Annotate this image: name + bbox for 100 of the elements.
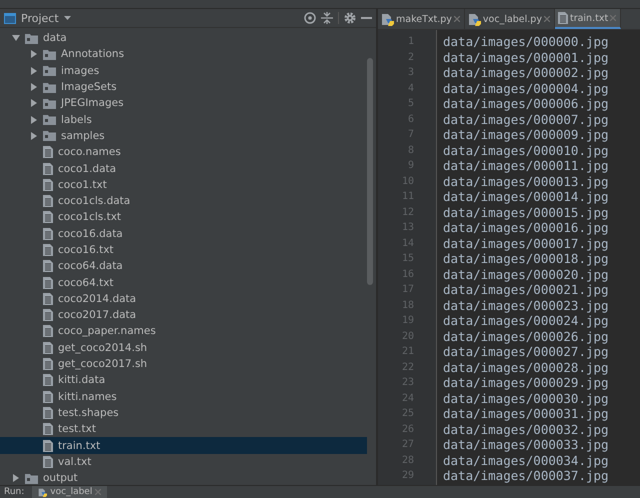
tree-row[interactable]: coco_paper.names	[0, 323, 367, 340]
code-line: data/images/000015.jpg	[443, 204, 610, 220]
code-line: data/images/000010.jpg	[443, 142, 610, 158]
tree-row[interactable]: get_coco2017.sh	[0, 356, 367, 372]
expanded-arrow-icon[interactable]	[12, 34, 20, 42]
crosshair-icon[interactable]	[304, 12, 316, 24]
tree-row[interactable]: train.txt	[0, 437, 367, 454]
tree-item-label: coco64.txt	[58, 276, 114, 290]
tree-row[interactable]: labels	[0, 111, 367, 128]
text-file-icon	[43, 358, 53, 370]
text-file-icon	[43, 440, 53, 452]
tree-item-label: output	[43, 471, 78, 485]
tree-row[interactable]: coco1cls.txt	[0, 209, 367, 226]
code-line: data/images/000016.jpg	[443, 220, 610, 236]
file-tab[interactable]: train.txt	[554, 9, 622, 29]
code-line: data/images/000027.jpg	[443, 344, 610, 360]
text-file-icon	[43, 178, 53, 191]
tree-row[interactable]: coco64.data	[0, 258, 367, 274]
tree-row[interactable]: output	[0, 470, 367, 485]
folder-icon	[43, 114, 56, 126]
tree-item-label: val.txt	[58, 454, 92, 469]
text-file-icon	[43, 406, 53, 419]
tree-row[interactable]: test.shapes	[0, 404, 367, 422]
tree-item-label: coco64.data	[58, 259, 123, 274]
tree-row[interactable]: test.txt	[0, 421, 367, 438]
tree-row[interactable]: Annotations	[0, 46, 367, 63]
text-file-icon	[43, 309, 53, 322]
text-file-icon	[43, 423, 53, 436]
code-line: data/images/000017.jpg	[443, 236, 610, 251]
tree-row[interactable]: coco2014.data	[0, 290, 367, 308]
tree-row[interactable]: coco1cls.data	[0, 192, 367, 210]
tree-item-label: coco2017.data	[58, 308, 136, 322]
tree-row[interactable]: ImageSets	[0, 78, 367, 96]
tree-item-label: coco1cls.data	[58, 194, 130, 208]
tree-item-label: images	[61, 64, 100, 78]
code-line: data/images/000031.jpg	[443, 406, 610, 422]
code-line: data/images/000033.jpg	[443, 437, 610, 452]
code-line: data/images/000006.jpg	[443, 96, 610, 112]
text-file-icon	[43, 390, 53, 403]
tree-row[interactable]: data	[0, 30, 367, 46]
file-tab[interactable]: voc_label.py	[464, 9, 555, 29]
text-file-icon	[43, 292, 53, 305]
text-file-icon	[558, 12, 568, 24]
code-line: data/images/000021.jpg	[443, 282, 610, 298]
tree-row[interactable]: coco.names	[0, 144, 367, 160]
dropdown-caret-icon[interactable]	[64, 16, 71, 20]
run-label: Run:	[4, 487, 24, 497]
tree-row[interactable]: coco16.data	[0, 226, 367, 242]
code-line: data/images/000009.jpg	[443, 127, 610, 142]
code-line: data/images/000028.jpg	[443, 360, 610, 375]
text-file-icon	[43, 195, 53, 208]
panel-title[interactable]: Project	[21, 12, 59, 24]
tree-row[interactable]: samples	[0, 128, 367, 144]
folder-icon	[43, 130, 56, 142]
tree-item-label: train.txt	[58, 438, 100, 453]
code-line: data/images/000004.jpg	[443, 80, 610, 96]
text-file-icon	[43, 260, 53, 272]
tree-row[interactable]: coco2017.data	[0, 307, 367, 324]
tree-row[interactable]: get_coco2014.sh	[0, 340, 367, 356]
code-line: data/images/000014.jpg	[443, 189, 610, 204]
text-file-icon	[43, 276, 53, 289]
tree-row[interactable]: kitti.names	[0, 388, 367, 405]
folder-icon	[43, 48, 56, 60]
tree-item-label: get_coco2017.sh	[58, 357, 148, 372]
text-file-icon	[43, 146, 53, 158]
tab-label: voc_label.py	[482, 14, 542, 24]
code-line: data/images/000020.jpg	[443, 266, 610, 282]
tree-item-label: coco16.data	[58, 226, 123, 241]
python-file-icon	[381, 12, 394, 26]
collapsed-arrow-icon[interactable]	[12, 474, 20, 482]
code-line: data/images/000032.jpg	[443, 422, 610, 437]
tree-item-label: test.txt	[58, 422, 96, 436]
tab-label: voc_label	[50, 487, 92, 497]
tree-row[interactable]: val.txt	[0, 454, 367, 470]
tree-item-label: kitti.names	[58, 390, 117, 404]
tree-row[interactable]: images	[0, 62, 367, 79]
code-line: data/images/000013.jpg	[443, 174, 610, 189]
tree-item-label: JPEGImages	[61, 96, 124, 110]
scrollbar[interactable]	[367, 58, 373, 285]
folder-icon	[43, 82, 56, 93]
tree-row[interactable]: coco1.txt	[0, 176, 367, 193]
tree-row[interactable]: coco64.txt	[0, 274, 367, 291]
tree-row[interactable]: coco1.data	[0, 160, 367, 177]
tree-row[interactable]: JPEGImages	[0, 95, 367, 112]
tab-label: train.txt	[570, 12, 608, 24]
text-file-icon	[43, 325, 53, 338]
code-line: data/images/000026.jpg	[443, 328, 610, 344]
code-line: data/images/000018.jpg	[443, 251, 610, 266]
settings-icon[interactable]	[344, 12, 356, 24]
tree-item-label: get_coco2014.sh	[58, 340, 148, 355]
text-file-icon	[43, 162, 53, 175]
tree-row[interactable]: coco16.txt	[0, 242, 367, 258]
tree-row[interactable]: kitti.data	[0, 372, 367, 389]
tree-item-label: Annotations	[61, 47, 124, 62]
run-tab[interactable]: voc_label	[32, 486, 108, 498]
collapse-all-icon[interactable]	[321, 12, 333, 24]
tree-item-label: coco1cls.txt	[58, 210, 122, 224]
file-tab[interactable]: makeTxt.py	[378, 9, 465, 29]
text-file-icon	[43, 374, 53, 386]
text-file-icon	[43, 211, 53, 224]
